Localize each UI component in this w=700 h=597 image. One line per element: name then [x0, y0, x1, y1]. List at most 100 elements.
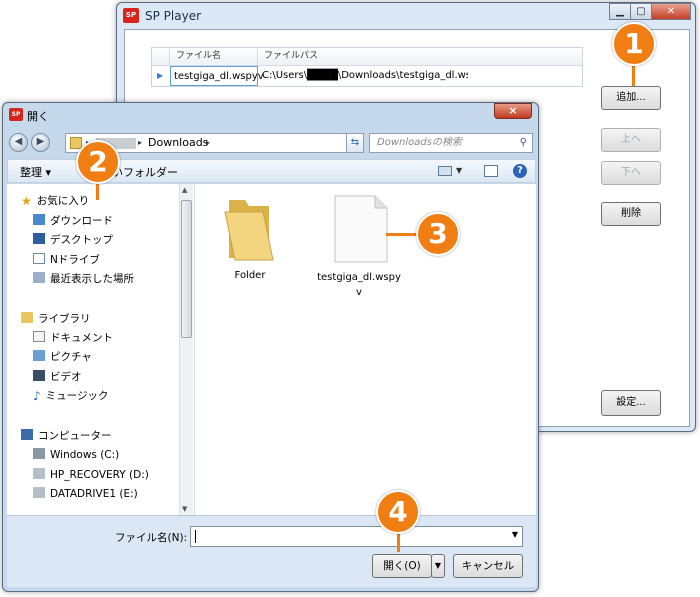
cell-filename[interactable]: testgiga_dl.wspyv: [170, 66, 264, 86]
minimize-button[interactable]: ▁: [609, 3, 631, 20]
tree-item-label: 最近表示した場所: [50, 273, 134, 285]
column-header-filepath: ファイルパス: [264, 51, 319, 61]
dropdown-arrow-icon[interactable]: ▼: [512, 530, 518, 539]
table-row[interactable]: ▶ testgiga_dl.wspyv C:\Users\████\Downlo…: [152, 66, 582, 86]
column-header-filename: ファイル名: [170, 48, 258, 65]
dialog-title: 開く: [27, 110, 49, 123]
move-up-button[interactable]: 上へ: [601, 128, 661, 152]
forward-arrow-icon[interactable]: ▶: [31, 133, 50, 152]
back-arrow-icon[interactable]: ◀: [9, 133, 28, 152]
libraries-label: ライブラリ: [38, 313, 91, 325]
tree-item-recent-places[interactable]: 最近表示した場所: [33, 270, 134, 288]
tree-group-libraries[interactable]: ライブラリ: [21, 310, 91, 328]
n-drive-icon: [33, 253, 45, 264]
file-icon: [334, 195, 388, 263]
tree-item-label: ビデオ: [50, 371, 82, 383]
folder-icon: [224, 200, 274, 261]
add-button[interactable]: 追加...: [601, 86, 661, 110]
file-label: Folder: [234, 270, 266, 281]
recent-places-icon: [33, 272, 45, 283]
refresh-icon[interactable]: ⇆: [346, 133, 364, 153]
pictures-icon: [33, 350, 45, 361]
tree-item-label: ピクチャ: [50, 351, 92, 363]
callout-4-badge: 4: [376, 490, 420, 534]
close-button[interactable]: ✕: [651, 3, 691, 20]
tree-item-label: HP_RECOVERY (D:): [50, 469, 149, 481]
sp-logo-icon: SP: [9, 108, 23, 121]
favorites-label: お気に入り: [36, 195, 90, 207]
tree-item-label: DATADRIVE1 (E:): [50, 488, 138, 500]
star-icon: ★: [21, 194, 32, 208]
tree-item-drive-d[interactable]: HP_RECOVERY (D:): [33, 466, 149, 484]
organize-menu[interactable]: 整理 ▾: [20, 164, 51, 180]
computer-icon: [21, 429, 33, 440]
scroll-up-arrow-icon[interactable]: ▲: [182, 186, 187, 194]
window-title: SP Player: [145, 9, 202, 23]
drive-icon: [33, 468, 45, 479]
file-label: testgiga_dl.wspyv: [317, 272, 401, 298]
tree-item-label: ドキュメント: [50, 332, 113, 344]
dialog-close-button[interactable]: ×: [494, 103, 532, 119]
drive-icon: [33, 487, 45, 498]
row-selected-arrow-icon: ▶: [157, 71, 164, 80]
chevron-down-icon[interactable]: ▼: [456, 163, 462, 179]
settings-button[interactable]: 設定...: [601, 390, 661, 416]
drive-icon: [33, 448, 45, 459]
tree-item-n-drive[interactable]: Nドライブ: [33, 251, 100, 269]
tree-item-videos[interactable]: ビデオ: [33, 368, 82, 386]
cell-filepath[interactable]: C:\Users\████\Downloads\testgiga_dl.wspy…: [258, 66, 468, 86]
open-options-arrow-icon[interactable]: ▼: [431, 554, 445, 578]
sp-logo-icon: SP: [123, 8, 139, 23]
dialog-title-bar: SP 開く ×: [3, 103, 538, 125]
computer-label: コンピューター: [38, 430, 112, 442]
file-item[interactable]: testgiga_dl.wspyv: [315, 192, 405, 302]
tree-item-label: Nドライブ: [50, 254, 100, 266]
tree-item-drive-e[interactable]: DATADRIVE1 (E:): [33, 485, 138, 503]
tree-item-label: ミュージック: [45, 390, 109, 402]
navigation-pane: ★ お気に入り ダウンロード デスクトップ Nドライブ 最近表示した場所 ライブラ…: [7, 184, 195, 515]
callout-1-badge: 1: [612, 22, 656, 66]
tree-item-desktop[interactable]: デスクトップ: [33, 231, 113, 249]
callout-2-badge: 2: [76, 140, 120, 184]
chevron-right-icon: ▸: [138, 138, 143, 147]
tree-item-drive-c[interactable]: Windows (C:): [33, 446, 119, 464]
move-down-button[interactable]: 下へ: [601, 161, 661, 185]
tree-group-favorites[interactable]: ★ お気に入り: [21, 192, 89, 210]
music-icon: ♪: [33, 389, 41, 403]
tree-group-computer[interactable]: コンピューター: [21, 427, 112, 445]
scrollbar-thumb[interactable]: [181, 200, 192, 338]
documents-icon: [33, 331, 45, 342]
filename-label: ファイル名(N):: [115, 532, 188, 544]
view-options-icon[interactable]: [438, 166, 452, 176]
desktop-icon: [33, 233, 45, 244]
tree-item-downloads[interactable]: ダウンロード: [33, 212, 113, 230]
dialog-footer: ファイル名(N): ▼ 開く(O) ▼ キャンセル: [7, 515, 536, 587]
open-button[interactable]: 開く(O): [372, 554, 432, 578]
tree-item-documents[interactable]: ドキュメント: [33, 329, 113, 347]
row-marker-header: [152, 48, 170, 65]
tree-item-label: デスクトップ: [50, 234, 113, 246]
maximize-button[interactable]: ▢: [630, 3, 652, 20]
library-icon: [21, 312, 33, 323]
table-header: ファイル名 ファイルパス: [152, 48, 582, 66]
search-icon[interactable]: ⚲: [520, 134, 527, 152]
preview-pane-icon[interactable]: [484, 165, 498, 177]
cancel-button[interactable]: キャンセル: [453, 554, 523, 578]
navigation-scrollbar[interactable]: ▲ ▼: [179, 184, 193, 515]
playlist-table[interactable]: ファイル名 ファイルパス ▶ testgiga_dl.wspyv C:\User…: [151, 47, 583, 87]
help-icon[interactable]: ?: [513, 164, 527, 178]
chevron-right-icon: ▸: [206, 138, 211, 147]
tree-item-pictures[interactable]: ピクチャ: [33, 348, 92, 366]
scroll-down-arrow-icon[interactable]: ▼: [182, 505, 187, 513]
tree-item-label: Windows (C:): [50, 449, 120, 461]
tree-item-label: ダウンロード: [50, 215, 113, 227]
search-input[interactable]: Downloadsの検索 ⚲: [369, 133, 533, 153]
folder-item[interactable]: Folder: [215, 192, 285, 281]
file-list-pane: Folder testgiga_dl.wspyv: [195, 184, 536, 515]
tree-item-music[interactable]: ♪ ミュージック: [33, 387, 108, 405]
videos-icon: [33, 370, 45, 381]
filename-input[interactable]: ▼: [190, 526, 523, 547]
breadcrumb-downloads[interactable]: Downloads: [148, 134, 208, 152]
search-placeholder: Downloadsの検索: [377, 137, 462, 148]
delete-button[interactable]: 削除: [601, 202, 661, 226]
